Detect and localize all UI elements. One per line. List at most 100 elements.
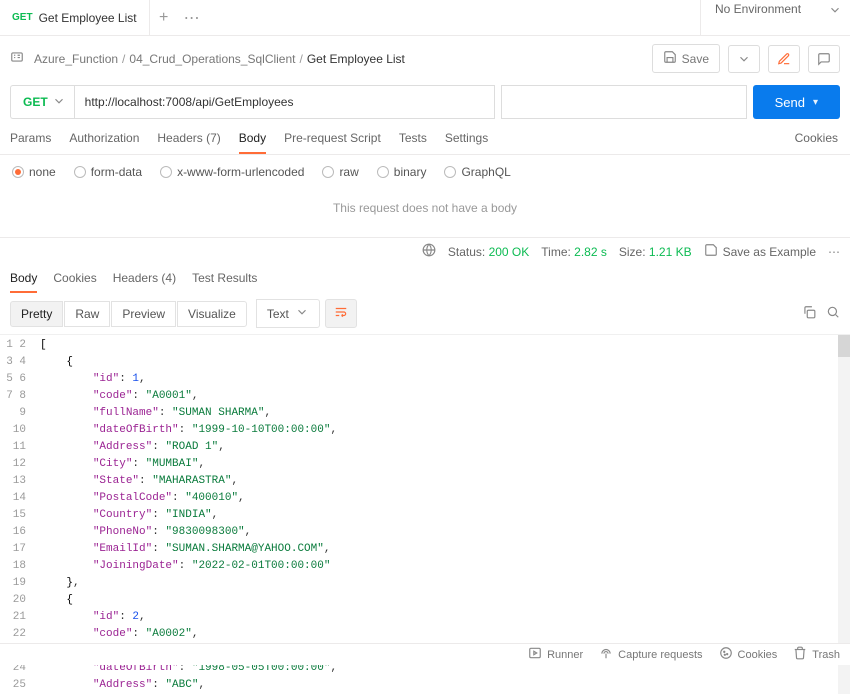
globe-icon[interactable]: [422, 243, 436, 260]
http-icon: [10, 50, 24, 67]
environment-selector[interactable]: No Environment: [700, 0, 850, 35]
line-gutter: 1 2 3 4 5 6 7 8 9 10 11 12 13 14 15 16 1…: [0, 335, 34, 694]
wrap-lines-button[interactable]: [325, 299, 357, 328]
tab-bar: GET Get Employee List + ⋯ No Environment: [0, 0, 850, 36]
body-type-binary[interactable]: binary: [377, 165, 427, 179]
body-type-graphql[interactable]: GraphQL: [444, 165, 510, 179]
save-example-button[interactable]: Save as Example: [704, 243, 816, 260]
time-label: Time:: [541, 245, 571, 259]
status-bar: Runner Capture requests Cookies Trash: [0, 643, 850, 665]
radio-dot-icon: [12, 166, 24, 178]
tab-options-button[interactable]: ⋯: [178, 8, 206, 28]
scrollbar-thumb[interactable]: [838, 335, 850, 357]
chevron-down-icon: [52, 94, 66, 111]
radio-dot-icon: [160, 166, 172, 178]
tab-tests[interactable]: Tests: [399, 131, 427, 154]
request-tabs: Params Authorization Headers (7) Body Pr…: [0, 123, 850, 155]
tab-title: Get Employee List: [39, 11, 137, 25]
save-dropdown-button[interactable]: [728, 45, 760, 73]
view-preview[interactable]: Preview: [111, 301, 176, 327]
copy-response-button[interactable]: [802, 305, 816, 322]
search-response-button[interactable]: [826, 305, 840, 322]
radio-dot-icon: [74, 166, 86, 178]
runner-label: Runner: [547, 649, 583, 661]
status-value: 200 OK: [489, 245, 530, 259]
resp-tab-cookies[interactable]: Cookies: [53, 271, 96, 293]
request-tab[interactable]: GET Get Employee List: [0, 0, 150, 35]
response-code[interactable]: [ { "id": 1, "code": "A0001", "fullName"…: [34, 335, 850, 694]
tab-headers[interactable]: Headers (7): [157, 131, 220, 154]
capture-label: Capture requests: [618, 649, 702, 661]
size-value: 1.21 KB: [649, 245, 692, 259]
edit-button[interactable]: [768, 45, 800, 73]
resp-tab-body[interactable]: Body: [10, 271, 37, 293]
chevron-down-icon: ▾: [813, 97, 818, 108]
chevron-down-icon: [828, 3, 842, 20]
tab-body[interactable]: Body: [239, 131, 266, 154]
breadcrumb-request: Get Employee List: [307, 52, 405, 66]
save-example-label: Save as Example: [723, 245, 816, 259]
body-type-raw[interactable]: raw: [322, 165, 358, 179]
view-pretty[interactable]: Pretty: [10, 301, 63, 327]
scrollbar-track: [838, 335, 850, 694]
capture-button[interactable]: Capture requests: [599, 646, 702, 663]
trash-label: Trash: [812, 649, 840, 661]
tab-params[interactable]: Params: [10, 131, 51, 154]
tab-prerequest[interactable]: Pre-request Script: [284, 131, 381, 154]
url-input[interactable]: http://localhost:7008/api/GetEmployees: [74, 85, 495, 119]
status-label: Status:: [448, 245, 485, 259]
response-tabs: Body Cookies Headers (4) Test Results: [0, 265, 850, 293]
url-value: http://localhost:7008/api/GetEmployees: [85, 95, 294, 109]
cookies-link[interactable]: Cookies: [795, 131, 838, 152]
more-actions-button[interactable]: ⋯: [828, 245, 840, 259]
radio-dot-icon: [444, 166, 456, 178]
send-button[interactable]: Send ▾: [753, 85, 840, 119]
save-button[interactable]: Save: [652, 44, 720, 73]
language-value: Text: [267, 307, 289, 321]
status-kv: Status: 200 OK: [448, 245, 529, 259]
body-type-row: none form-data x-www-form-urlencoded raw…: [0, 155, 850, 189]
comments-button[interactable]: [808, 45, 840, 73]
breadcrumb-workspace[interactable]: Azure_Function: [34, 52, 118, 66]
trash-button[interactable]: Trash: [793, 646, 840, 663]
language-select[interactable]: Text: [256, 299, 320, 328]
body-type-urlencoded[interactable]: x-www-form-urlencoded: [160, 165, 304, 179]
cookies-button[interactable]: Cookies: [719, 646, 778, 663]
new-tab-button[interactable]: +: [150, 9, 178, 27]
view-visualize[interactable]: Visualize: [177, 301, 247, 327]
body-type-formdata[interactable]: form-data: [74, 165, 142, 179]
body-type-label: x-www-form-urlencoded: [177, 165, 304, 179]
trash-icon: [793, 646, 807, 663]
body-type-none[interactable]: none: [12, 165, 56, 179]
breadcrumb-collection[interactable]: 04_Crud_Operations_SqlClient: [129, 52, 295, 66]
url-input-extra[interactable]: [501, 85, 747, 119]
resp-tab-headers[interactable]: Headers (4): [113, 271, 176, 293]
radio-dot-icon: [377, 166, 389, 178]
cookie-icon: [719, 646, 733, 663]
radio-dot-icon: [322, 166, 334, 178]
response-body: 1 2 3 4 5 6 7 8 9 10 11 12 13 14 15 16 1…: [0, 334, 850, 694]
method-select[interactable]: GET: [10, 85, 74, 119]
view-raw[interactable]: Raw: [64, 301, 110, 327]
tab-settings[interactable]: Settings: [445, 131, 488, 154]
response-toolbar: Pretty Raw Preview Visualize Text: [0, 293, 850, 334]
breadcrumb: Azure_Function / 04_Crud_Operations_SqlC…: [0, 36, 850, 81]
chevron-down-icon: [295, 305, 309, 322]
body-type-label: GraphQL: [461, 165, 510, 179]
tab-method-badge: GET: [12, 12, 33, 23]
method-value: GET: [23, 95, 48, 109]
tab-authorization[interactable]: Authorization: [69, 131, 139, 154]
save-label: Save: [682, 52, 709, 66]
size-label: Size:: [619, 245, 646, 259]
resp-tab-tests[interactable]: Test Results: [192, 271, 257, 293]
body-type-label: raw: [339, 165, 358, 179]
response-meta: Status: 200 OK Time: 2.82 s Size: 1.21 K…: [0, 237, 850, 265]
save-icon: [663, 50, 677, 67]
body-type-label: none: [29, 165, 56, 179]
runner-button[interactable]: Runner: [528, 646, 583, 663]
send-label: Send: [775, 95, 805, 110]
runner-icon: [528, 646, 542, 663]
cookies-label: Cookies: [738, 649, 778, 661]
no-body-message: This request does not have a body: [0, 189, 850, 237]
save-icon: [704, 243, 718, 260]
